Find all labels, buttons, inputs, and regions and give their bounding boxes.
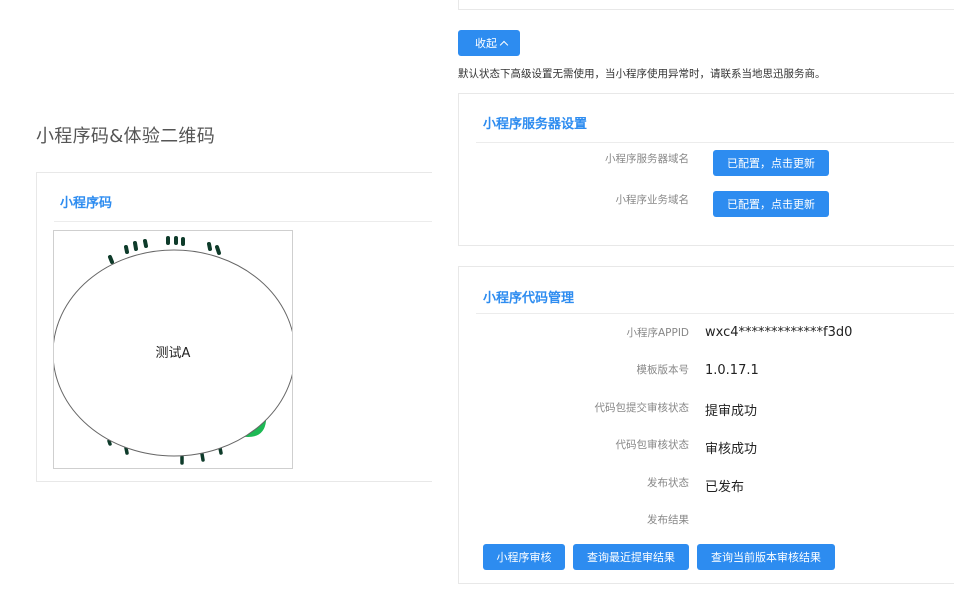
business-domain-update-button[interactable]: 已配置，点击更新 xyxy=(713,191,829,217)
code-management-divider xyxy=(476,313,954,314)
qr-panel-divider xyxy=(54,221,432,222)
appid-value: wxc4*************f3d0 xyxy=(705,325,853,340)
submit-review-status-label: 代码包提交审核状态 xyxy=(594,402,690,414)
server-settings-title: 小程序服务器设置 xyxy=(483,117,588,132)
business-domain-label: 小程序业务域名 xyxy=(615,194,690,206)
submit-review-status-value: 提审成功 xyxy=(705,404,758,419)
review-status-label: 代码包审核状态 xyxy=(615,439,690,451)
chevron-up-icon xyxy=(499,40,509,49)
server-settings-divider xyxy=(476,142,954,143)
collapse-button[interactable]: 收起 xyxy=(458,30,520,56)
template-version-value: 1.0.17.1 xyxy=(705,363,759,378)
publish-status-label: 发布状态 xyxy=(647,477,689,489)
publish-status-value: 已发布 xyxy=(705,480,745,495)
collapse-label: 收起 xyxy=(475,37,497,50)
query-latest-review-button[interactable]: 查询最近提审结果 xyxy=(573,544,689,570)
template-version-label: 模板版本号 xyxy=(636,364,690,376)
advanced-settings-card-top xyxy=(458,0,954,10)
code-management-title: 小程序代码管理 xyxy=(483,291,575,306)
qr-panel-title: 小程序码 xyxy=(60,196,113,211)
appid-label: 小程序APPID xyxy=(626,327,689,339)
page-section-title: 小程序码&体验二维码 xyxy=(36,126,216,147)
server-domain-label: 小程序服务器域名 xyxy=(605,153,689,165)
advanced-settings-note: 默认状态下高级设置无需使用，当小程序使用异常时，请联系当地思迅服务商。 xyxy=(458,68,826,80)
qr-center-label: 测试A xyxy=(155,346,191,361)
review-status-value: 审核成功 xyxy=(705,442,758,457)
publish-result-label: 发布结果 xyxy=(647,514,689,526)
query-current-version-review-button[interactable]: 查询当前版本审核结果 xyxy=(697,544,835,570)
server-domain-update-button[interactable]: 已配置，点击更新 xyxy=(713,150,829,176)
submit-review-button[interactable]: 小程序审核 xyxy=(483,544,565,570)
